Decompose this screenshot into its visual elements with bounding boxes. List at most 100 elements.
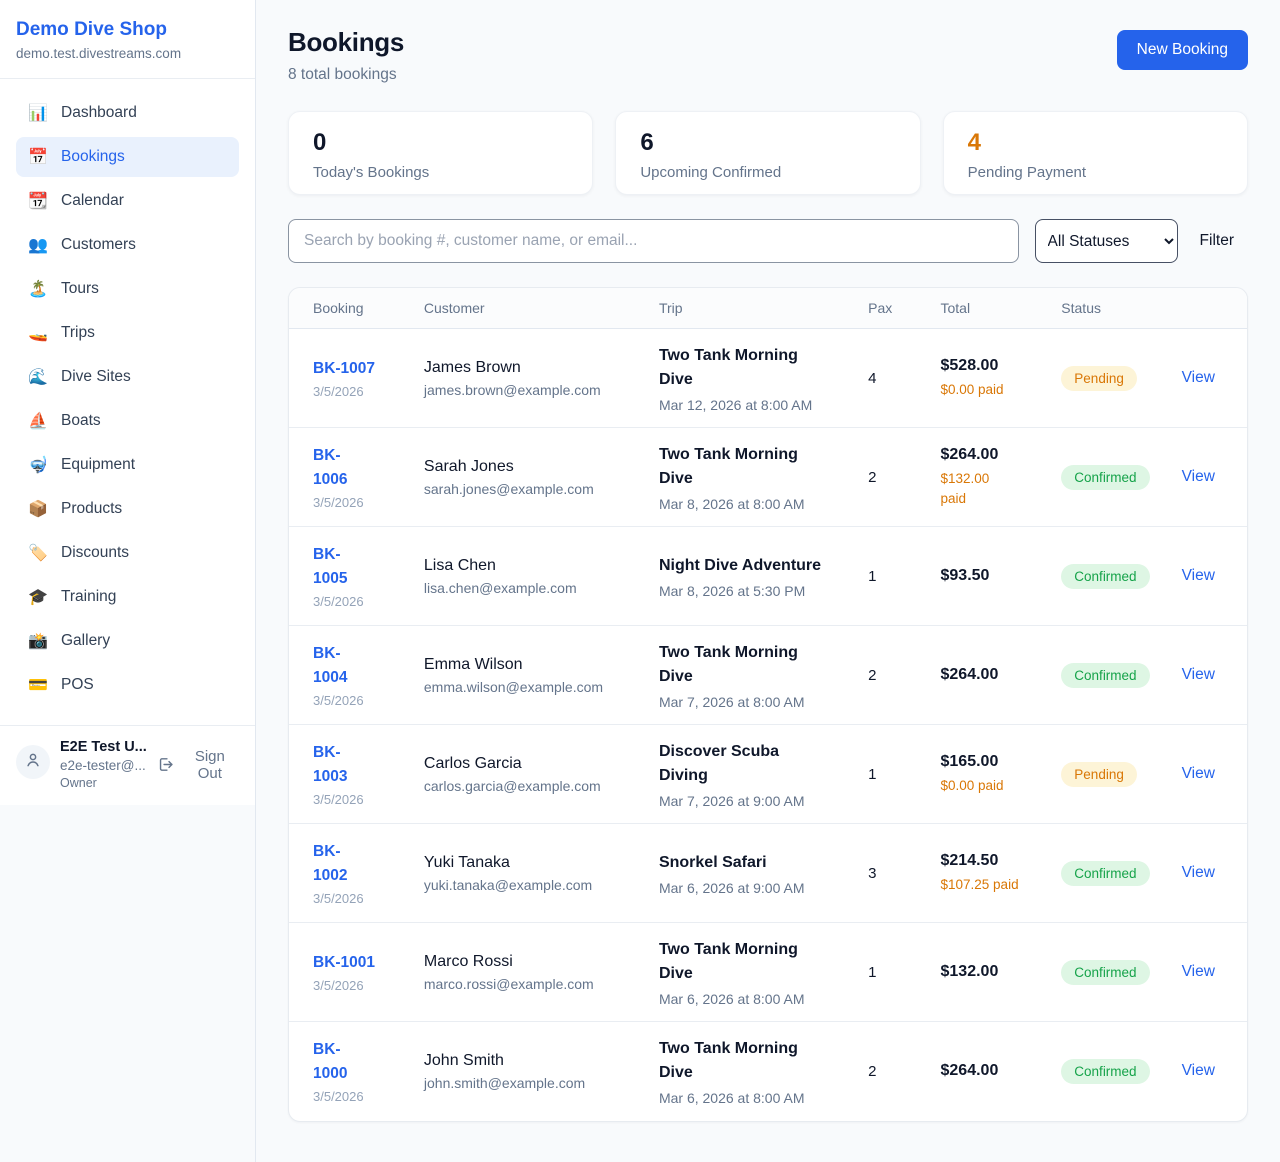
sidebar-item-dive-sites[interactable]: 🌊 Dive Sites — [16, 357, 239, 397]
stat-card-pending-payment: 4 Pending Payment — [943, 111, 1248, 195]
sidebar-item-trips[interactable]: 🚤 Trips — [16, 313, 239, 353]
trip-name: Two Tank Morning Dive — [659, 344, 836, 392]
total-cell: $528.00 $0.00 paid — [925, 329, 1046, 428]
total-amount: $132.00 — [941, 963, 1030, 981]
view-link[interactable]: View — [1182, 666, 1215, 683]
page-header-text: Bookings 8 total bookings — [288, 27, 404, 84]
trip-name: Snorkel Safari — [659, 851, 836, 875]
paid-amount: $132.00 paid — [941, 469, 1030, 508]
table-header-row: Booking Customer Trip Pax Total Status — [289, 288, 1247, 329]
pax-count: 2 — [852, 626, 924, 725]
status-select[interactable]: All Statuses — [1035, 219, 1178, 263]
booking-cell: BK- 1003 3/5/2026 — [289, 725, 408, 824]
tours-icon: 🏝️ — [28, 279, 48, 299]
sidebar-item-equipment[interactable]: 🤿 Equipment — [16, 445, 239, 485]
stat-value: 0 — [313, 129, 568, 157]
search-input[interactable] — [288, 219, 1019, 263]
view-link[interactable]: View — [1182, 765, 1215, 782]
sidebar-item-bookings[interactable]: 📅 Bookings — [16, 137, 239, 177]
table-row: BK- 1004 3/5/2026 Emma Wilson emma.wilso… — [289, 626, 1247, 725]
trip-datetime: Mar 8, 2026 at 8:00 AM — [659, 496, 836, 512]
booking-id-link[interactable]: BK- 1002 — [313, 840, 392, 888]
paid-amount: $0.00 paid — [941, 380, 1030, 400]
bookings-table-card: Booking Customer Trip Pax Total Status B… — [288, 287, 1248, 1122]
booking-id-link[interactable]: BK-1007 — [313, 357, 392, 381]
booking-id-link[interactable]: BK- 1006 — [313, 444, 392, 492]
customer-name: Emma Wilson — [424, 656, 627, 674]
status-cell: Pending — [1045, 329, 1165, 428]
trip-cell: Two Tank Morning Dive Mar 7, 2026 at 8:0… — [643, 626, 852, 725]
table-row: BK- 1003 3/5/2026 Carlos Garcia carlos.g… — [289, 725, 1247, 824]
view-link[interactable]: View — [1182, 864, 1215, 881]
sidebar-item-calendar[interactable]: 📆 Calendar — [16, 181, 239, 221]
equipment-icon: 🤿 — [28, 455, 48, 475]
customer-name: James Brown — [424, 359, 627, 377]
total-amount: $214.50 — [941, 852, 1030, 870]
trip-name: Two Tank Morning Dive — [659, 1037, 836, 1085]
booking-id-link[interactable]: BK-1001 — [313, 951, 392, 975]
view-link[interactable]: View — [1182, 567, 1215, 584]
booking-cell: BK- 1004 3/5/2026 — [289, 626, 408, 725]
total-cell: $264.00 — [925, 1022, 1046, 1121]
sidebar-item-label: Trips — [61, 324, 95, 342]
trip-cell: Two Tank Morning Dive Mar 12, 2026 at 8:… — [643, 329, 852, 428]
booking-date: 3/5/2026 — [313, 693, 392, 708]
view-link[interactable]: View — [1182, 369, 1215, 386]
total-cell: $132.00 — [925, 923, 1046, 1022]
sidebar-item-boats[interactable]: ⛵ Boats — [16, 401, 239, 441]
customer-cell: Yuki Tanaka yuki.tanaka@example.com — [408, 824, 643, 923]
stat-card-upcoming-confirmed: 6 Upcoming Confirmed — [615, 111, 920, 195]
booking-id-link[interactable]: BK- 1005 — [313, 543, 392, 591]
sidebar-item-label: Customers — [61, 236, 136, 254]
filter-button[interactable]: Filter — [1194, 232, 1248, 250]
trip-name: Two Tank Morning Dive — [659, 641, 836, 689]
sign-out-button[interactable]: Sign Out — [157, 748, 239, 782]
total-cell: $264.00 — [925, 626, 1046, 725]
view-link[interactable]: View — [1182, 468, 1215, 485]
status-cell: Confirmed — [1045, 923, 1165, 1022]
view-link[interactable]: View — [1182, 1062, 1215, 1079]
booking-date: 3/5/2026 — [313, 495, 392, 510]
view-link[interactable]: View — [1182, 963, 1215, 980]
booking-date: 3/5/2026 — [313, 891, 392, 906]
customer-email: emma.wilson@example.com — [424, 679, 627, 695]
total-amount: $264.00 — [941, 1062, 1030, 1080]
col-total: Total — [925, 288, 1046, 329]
trip-name: Discover Scuba Diving — [659, 740, 836, 788]
sidebar-item-dashboard[interactable]: 📊 Dashboard — [16, 93, 239, 133]
sidebar-item-label: Dive Sites — [61, 368, 131, 386]
pax-count: 2 — [852, 1022, 924, 1121]
booking-cell: BK-1001 3/5/2026 — [289, 923, 408, 1022]
sidebar-item-label: POS — [61, 676, 94, 694]
sidebar-item-pos[interactable]: 💳 POS — [16, 665, 239, 705]
table-row: BK- 1000 3/5/2026 John Smith john.smith@… — [289, 1022, 1247, 1121]
actions-cell: View — [1166, 329, 1247, 428]
sidebar-item-tours[interactable]: 🏝️ Tours — [16, 269, 239, 309]
sidebar-item-label: Equipment — [61, 456, 135, 474]
col-pax: Pax — [852, 288, 924, 329]
sidebar-item-customers[interactable]: 👥 Customers — [16, 225, 239, 265]
table-row: BK-1007 3/5/2026 James Brown james.brown… — [289, 329, 1247, 428]
trip-datetime: Mar 6, 2026 at 8:00 AM — [659, 1090, 836, 1106]
pax-count: 1 — [852, 923, 924, 1022]
trip-name: Two Tank Morning Dive — [659, 443, 836, 491]
status-badge: Confirmed — [1061, 861, 1149, 886]
booking-id-link[interactable]: BK- 1003 — [313, 741, 392, 789]
sidebar-item-discounts[interactable]: 🏷️ Discounts — [16, 533, 239, 573]
col-booking: Booking — [289, 288, 408, 329]
trip-name: Night Dive Adventure — [659, 554, 836, 578]
sidebar-item-label: Dashboard — [61, 104, 137, 122]
total-amount: $264.00 — [941, 666, 1030, 684]
total-cell: $264.00 $132.00 paid — [925, 428, 1046, 527]
sidebar-item-gallery[interactable]: 📸 Gallery — [16, 621, 239, 661]
customer-cell: Lisa Chen lisa.chen@example.com — [408, 527, 643, 626]
sidebar-item-products[interactable]: 📦 Products — [16, 489, 239, 529]
booking-id-link[interactable]: BK- 1000 — [313, 1038, 392, 1086]
page-header: Bookings 8 total bookings New Booking — [288, 27, 1248, 84]
booking-id-link[interactable]: BK- 1004 — [313, 642, 392, 690]
new-booking-button[interactable]: New Booking — [1117, 30, 1248, 70]
app-root: Demo Dive Shop demo.test.divestreams.com… — [0, 0, 1280, 1162]
sidebar-item-training[interactable]: 🎓 Training — [16, 577, 239, 617]
bookings-icon: 📅 — [28, 147, 48, 167]
total-amount: $264.00 — [941, 446, 1030, 464]
